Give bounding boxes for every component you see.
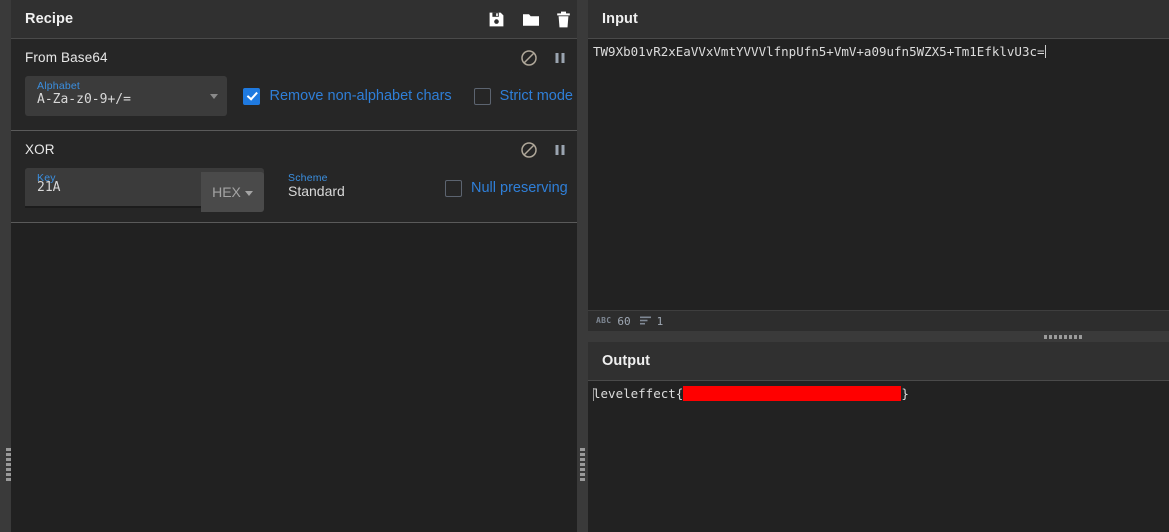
null-preserving-label: Null preserving [471, 180, 568, 196]
scheme-label: Scheme [288, 172, 328, 184]
disable-operation-icon[interactable] [520, 49, 538, 67]
output-title: Output [602, 353, 651, 369]
null-preserving-checkbox[interactable]: Null preserving [445, 168, 568, 208]
operation-header: From Base64 [11, 39, 587, 76]
operation-xor[interactable]: XOR Key 21A HEX Scheme Standard Null pre… [11, 131, 587, 223]
input-panel: Input TW9Xb01vR2xEaVVxVmtYVVVlfnpUfn5+Vm… [588, 0, 1169, 331]
xor-scheme-select[interactable]: Scheme Standard [276, 168, 427, 208]
input-value: TW9Xb01vR2xEaVVxVmtYVVVlfnpUfn5+VmV+a09u… [593, 44, 1046, 59]
redacted-flag-bar [683, 386, 902, 401]
recipe-io-splitter[interactable] [577, 0, 588, 532]
abc-icon: ABC [596, 316, 612, 325]
lines-icon [639, 312, 651, 330]
recipe-panel: Recipe From Base64 Alphabet A-Za-z0-9+/=… [11, 0, 587, 532]
key-format-label: HEX [212, 184, 241, 200]
output-title-bar: Output [588, 342, 1169, 381]
input-title: Input [602, 11, 638, 27]
recipe-io-splitter-handle[interactable] [580, 448, 587, 481]
output-caret [593, 388, 594, 401]
checkbox-box[interactable] [445, 179, 462, 197]
output-text-after: } [901, 386, 909, 401]
strict-mode-label: Strict mode [499, 88, 573, 104]
input-textarea[interactable]: TW9Xb01vR2xEaVVxVmtYVVVlfnpUfn5+VmV+a09u… [588, 39, 1169, 310]
input-lines-value: 1 [656, 314, 664, 328]
recipe-title: Recipe [25, 11, 74, 27]
strict-mode-checkbox[interactable]: Strict mode [473, 76, 573, 116]
alphabet-value: A-Za-z0-9+/= [37, 92, 131, 107]
operation-icons [520, 49, 575, 67]
text-caret [1044, 45, 1046, 58]
operation-title: From Base64 [25, 50, 108, 65]
output-panel: Output leveleffect{} [588, 342, 1169, 532]
output-textarea[interactable]: leveleffect{} [588, 381, 1169, 532]
input-output-splitter-handle[interactable] [1044, 335, 1082, 339]
chevron-down-icon[interactable] [244, 190, 253, 196]
key-format-dropdown[interactable]: HEX [201, 172, 264, 212]
input-title-bar: Input [588, 0, 1169, 39]
operation-from-base64[interactable]: From Base64 Alphabet A-Za-z0-9+/= Remove… [11, 39, 587, 131]
output-text-before: leveleffect{ [593, 386, 684, 401]
input-length-stat: ABC 60 [596, 315, 631, 328]
output-value: leveleffect{} [593, 386, 1169, 402]
clear-recipe-icon[interactable] [556, 11, 573, 28]
alphabet-select[interactable]: Alphabet A-Za-z0-9+/= [25, 76, 228, 116]
cyberchef-app: Recipe From Base64 Alphabet A-Za-z0-9+/=… [0, 0, 1169, 532]
scheme-value: Standard [288, 183, 345, 199]
key-underline [25, 206, 201, 208]
alphabet-label: Alphabet [37, 80, 81, 92]
io-column: Input TW9Xb01vR2xEaVVxVmtYVVVlfnpUfn5+Vm… [588, 0, 1169, 532]
input-length-value: 60 [617, 314, 631, 328]
remove-non-alphabet-checkbox[interactable]: Remove non-alphabet chars [243, 76, 452, 116]
operation-icons [520, 141, 575, 159]
operation-header: XOR [11, 131, 587, 168]
operation-arguments: Key 21A HEX Scheme Standard Null preserv… [11, 168, 587, 212]
input-status-bar: ABC 60 1 [588, 310, 1169, 331]
disable-operation-icon[interactable] [520, 141, 538, 159]
recipe-title-bar: Recipe [11, 0, 587, 39]
load-recipe-icon[interactable] [522, 11, 539, 28]
key-value: 21A [37, 180, 61, 195]
operation-list: From Base64 Alphabet A-Za-z0-9+/= Remove… [11, 39, 587, 532]
input-lines-stat: 1 [639, 312, 664, 330]
recipe-title-actions [488, 11, 577, 28]
operation-title: XOR [25, 142, 55, 157]
save-recipe-icon[interactable] [488, 11, 505, 28]
checkbox-box[interactable] [243, 87, 261, 105]
xor-key-field[interactable]: Key 21A HEX [25, 168, 264, 212]
breakpoint-pause-icon[interactable] [551, 49, 569, 67]
operation-arguments: Alphabet A-Za-z0-9+/= Remove non-alphabe… [11, 76, 587, 116]
input-output-splitter[interactable] [588, 331, 1169, 342]
left-splitter[interactable] [0, 0, 11, 532]
checkbox-box[interactable] [473, 87, 491, 105]
remove-non-alphabet-label: Remove non-alphabet chars [269, 88, 452, 104]
chevron-down-icon[interactable] [210, 94, 219, 99]
key-input[interactable]: Key 21A [25, 168, 201, 208]
breakpoint-pause-icon[interactable] [551, 141, 569, 159]
